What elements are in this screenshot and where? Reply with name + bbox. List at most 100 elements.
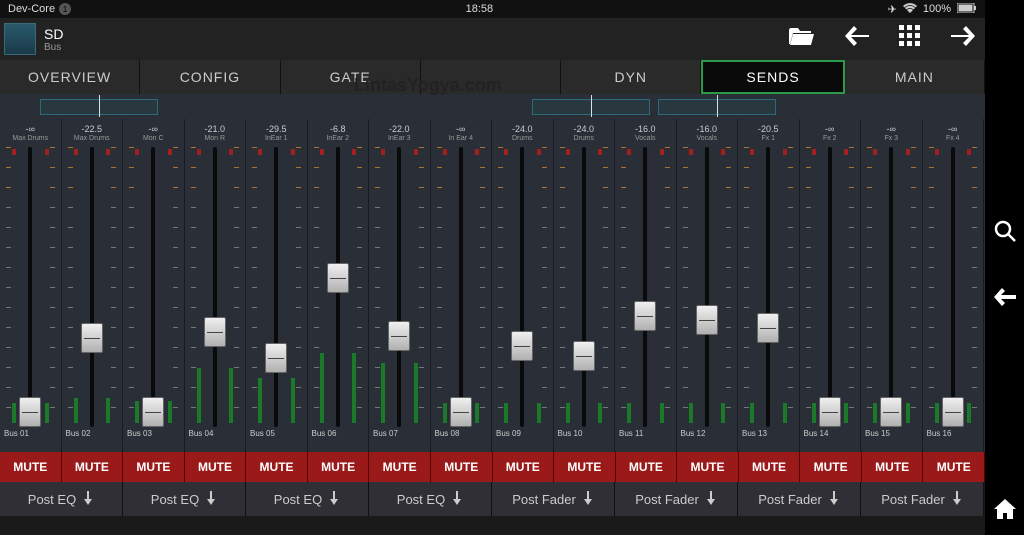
- fader-track[interactable]: [705, 147, 709, 427]
- mute-button[interactable]: MUTE: [862, 452, 924, 482]
- down-arrow-icon: [705, 491, 717, 508]
- mute-button[interactable]: MUTE: [739, 452, 801, 482]
- fader-track[interactable]: [828, 147, 832, 427]
- mute-button[interactable]: MUTE: [616, 452, 678, 482]
- fader-knob[interactable]: [142, 397, 164, 427]
- mute-button[interactable]: MUTE: [62, 452, 124, 482]
- fader-area: [62, 147, 123, 427]
- fader-knob[interactable]: [327, 263, 349, 293]
- channel-name: Fx 2: [823, 135, 837, 143]
- fader-knob[interactable]: [81, 323, 103, 353]
- mute-button[interactable]: MUTE: [493, 452, 555, 482]
- tab-main[interactable]: MAIN: [845, 60, 985, 94]
- fader-knob[interactable]: [511, 331, 533, 361]
- fader-knob[interactable]: [265, 343, 287, 373]
- fader-track[interactable]: [274, 147, 278, 427]
- post-button[interactable]: Post Fader: [861, 482, 984, 516]
- post-button[interactable]: Post EQ: [123, 482, 246, 516]
- fader-track[interactable]: [459, 147, 463, 427]
- title-bar: SD Bus: [0, 18, 985, 60]
- mute-button[interactable]: MUTE: [246, 452, 308, 482]
- fader-track[interactable]: [766, 147, 770, 427]
- channel-name: In Ear 4: [448, 135, 473, 143]
- level-meter: [566, 403, 570, 423]
- indicator-row: [0, 94, 985, 119]
- mute-button[interactable]: MUTE: [677, 452, 739, 482]
- mute-button[interactable]: MUTE: [923, 452, 985, 482]
- fader-area: [554, 147, 615, 427]
- mute-button[interactable]: MUTE: [0, 452, 62, 482]
- fader-track[interactable]: [643, 147, 647, 427]
- down-arrow-icon: [82, 491, 94, 508]
- tab-sends[interactable]: SENDS: [701, 60, 844, 94]
- fader-track[interactable]: [213, 147, 217, 427]
- mute-button[interactable]: MUTE: [123, 452, 185, 482]
- fader-track[interactable]: [951, 147, 955, 427]
- bus-label: Bus 05: [246, 429, 307, 443]
- mute-button[interactable]: MUTE: [800, 452, 862, 482]
- post-button[interactable]: Post EQ: [369, 482, 492, 516]
- channel-header: -6.8InEar 2: [308, 119, 369, 147]
- fader-knob[interactable]: [19, 397, 41, 427]
- back-icon[interactable]: [994, 288, 1016, 312]
- fader-track[interactable]: [397, 147, 401, 427]
- fader-track[interactable]: [90, 147, 94, 427]
- fader-knob[interactable]: [819, 397, 841, 427]
- status-bar: Dev-Core 1 18:58 ✈ 100%: [0, 0, 985, 18]
- mute-button[interactable]: MUTE: [185, 452, 247, 482]
- post-button[interactable]: Post Fader: [738, 482, 861, 516]
- down-arrow-icon: [451, 491, 463, 508]
- folder-icon[interactable]: [789, 26, 815, 52]
- post-button[interactable]: Post EQ: [0, 482, 123, 516]
- level-meter: [443, 403, 447, 423]
- post-button[interactable]: Post EQ: [246, 482, 369, 516]
- level-meter: [475, 403, 479, 423]
- fader-knob[interactable]: [450, 397, 472, 427]
- fader-knob[interactable]: [634, 301, 656, 331]
- fader-knob[interactable]: [573, 341, 595, 371]
- fader-knob[interactable]: [204, 317, 226, 347]
- mute-button[interactable]: MUTE: [431, 452, 493, 482]
- mute-button[interactable]: MUTE: [369, 452, 431, 482]
- level-meter: [812, 403, 816, 423]
- channel-name: Vocals: [696, 135, 717, 143]
- channel-name: Fx 1: [761, 135, 775, 143]
- channel-strip: -24.0DrumsBus 10: [554, 119, 616, 452]
- channel-strip: -22.0InEar 3Bus 07: [369, 119, 431, 452]
- tab-dyn[interactable]: DYN: [561, 60, 701, 94]
- channel-db: -29.5: [266, 125, 287, 135]
- keypad-icon[interactable]: [899, 25, 921, 53]
- channel-header: -24.0Drums: [492, 119, 553, 147]
- forward-arrow-icon[interactable]: [951, 26, 975, 52]
- fader-area: [861, 147, 922, 427]
- channel-icon[interactable]: [4, 23, 36, 55]
- fader-area: [492, 147, 553, 427]
- level-meter: [74, 398, 78, 423]
- fader-knob[interactable]: [696, 305, 718, 335]
- fader-track[interactable]: [151, 147, 155, 427]
- mute-button[interactable]: MUTE: [554, 452, 616, 482]
- back-arrow-icon[interactable]: [845, 26, 869, 52]
- channel-db: -6.8: [330, 125, 346, 135]
- channel-db: -24.0: [573, 125, 594, 135]
- channel-strip: -6.8InEar 2Bus 06: [308, 119, 370, 452]
- fader-knob[interactable]: [942, 397, 964, 427]
- fader-knob[interactable]: [757, 313, 779, 343]
- post-button[interactable]: Post Fader: [615, 482, 738, 516]
- search-icon[interactable]: [994, 220, 1016, 248]
- tab-config[interactable]: CONFIG: [140, 60, 280, 94]
- fader-knob[interactable]: [388, 321, 410, 351]
- fader-track[interactable]: [582, 147, 586, 427]
- fader-area: [431, 147, 492, 427]
- tab-overview[interactable]: OVERVIEW: [0, 60, 140, 94]
- fader-track[interactable]: [520, 147, 524, 427]
- mute-button[interactable]: MUTE: [308, 452, 370, 482]
- channel-db: -∞: [149, 125, 158, 135]
- post-button[interactable]: Post Fader: [492, 482, 615, 516]
- home-icon[interactable]: [994, 499, 1016, 525]
- fader-track[interactable]: [889, 147, 893, 427]
- level-meter: [935, 403, 939, 423]
- fader-knob[interactable]: [880, 397, 902, 427]
- fader-track[interactable]: [28, 147, 32, 427]
- status-time: 18:58: [466, 3, 494, 15]
